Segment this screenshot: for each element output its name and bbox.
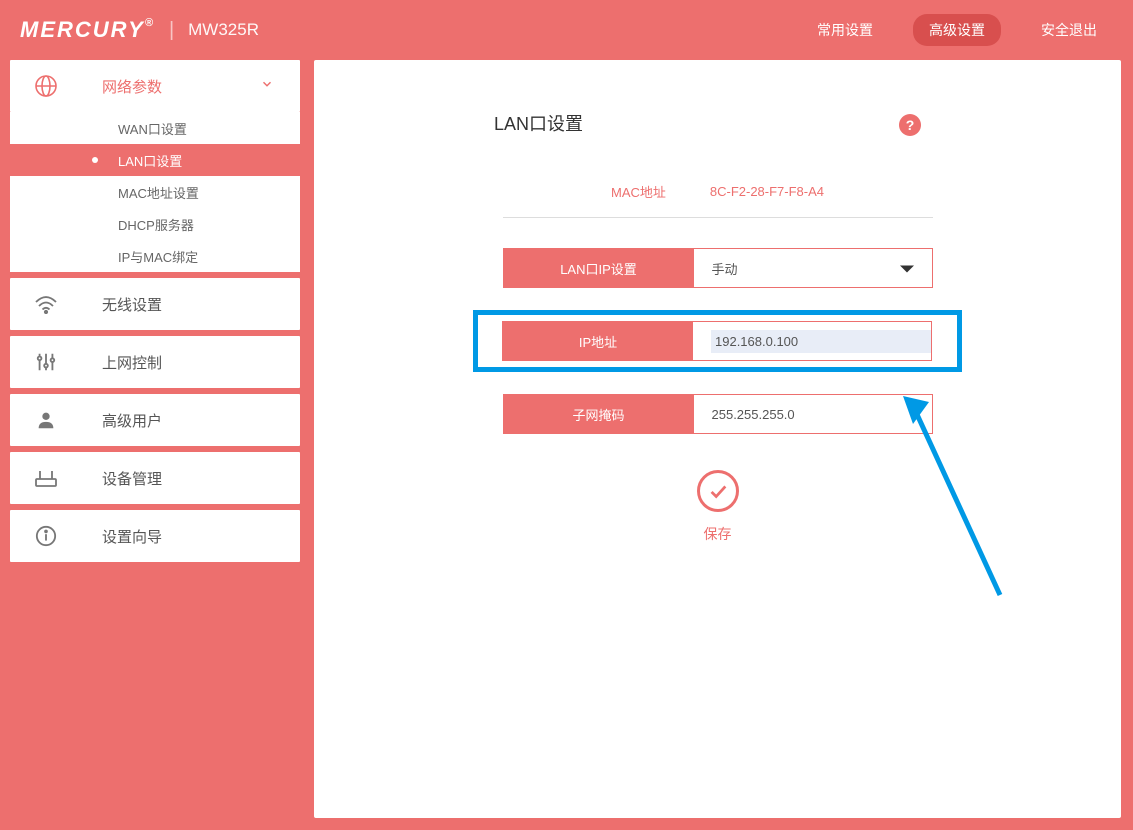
sidebar-item-label: 设置向导 <box>102 526 162 547</box>
sidebar-item-device[interactable]: 设备管理 <box>10 452 300 504</box>
brand-logo: MERCURY® <box>20 17 155 43</box>
nav-common-settings[interactable]: 常用设置 <box>801 14 889 46</box>
mac-value: 8C-F2-28-F7-F8-A4 <box>710 184 824 199</box>
subnet-input[interactable] <box>712 407 932 422</box>
ip-address-input[interactable] <box>711 330 931 353</box>
user-icon <box>32 409 60 431</box>
info-icon <box>32 525 60 547</box>
sidebar-item-label: 设备管理 <box>102 468 162 489</box>
help-icon[interactable]: ? <box>899 114 921 136</box>
subnet-row: 子网掩码 <box>503 394 933 434</box>
lan-ip-setting-row: LAN口IP设置 手动 <box>503 248 933 288</box>
mac-row: MAC地址 8C-F2-28-F7-F8-A4 <box>374 182 1061 201</box>
submenu-item-dhcp[interactable]: DHCP服务器 <box>10 208 300 240</box>
sidebar-item-label: 无线设置 <box>102 294 162 315</box>
logo-divider: | <box>169 19 174 42</box>
save-button[interactable] <box>697 470 739 512</box>
ip-address-label: IP地址 <box>503 322 693 360</box>
submenu-item-mac[interactable]: MAC地址设置 <box>10 176 300 208</box>
sidebar-item-control[interactable]: 上网控制 <box>10 336 300 388</box>
chevron-down-icon <box>260 77 274 95</box>
wifi-icon <box>32 294 60 314</box>
sidebar-item-wizard[interactable]: 设置向导 <box>10 510 300 562</box>
divider <box>503 217 933 218</box>
submenu-item-ipmac[interactable]: IP与MAC绑定 <box>10 240 300 272</box>
sidebar: 网络参数 WAN口设置 LAN口设置 MAC地址设置 DHCP服务器 IP与MA… <box>10 60 300 818</box>
nav-logout[interactable]: 安全退出 <box>1025 14 1113 46</box>
sidebar-item-label: 网络参数 <box>102 76 162 97</box>
lan-ip-setting-select[interactable]: 手动 <box>694 249 932 287</box>
globe-icon <box>32 74 60 98</box>
nav-advanced-settings[interactable]: 高级设置 <box>913 14 1001 46</box>
subnet-field-wrapper <box>694 395 932 433</box>
ip-address-field-wrapper <box>693 322 931 360</box>
chevron-down-icon <box>900 261 914 276</box>
lan-ip-setting-label: LAN口IP设置 <box>504 249 694 287</box>
header: MERCURY® | MW325R 常用设置 高级设置 安全退出 <box>0 0 1133 60</box>
sidebar-item-label: 上网控制 <box>102 352 162 373</box>
mac-label: MAC地址 <box>611 182 666 201</box>
sliders-icon <box>32 351 60 373</box>
submenu-item-lan[interactable]: LAN口设置 <box>10 144 300 176</box>
page-title: LAN口设置 <box>494 110 1061 136</box>
content-panel: LAN口设置 ? MAC地址 8C-F2-28-F7-F8-A4 LAN口IP设… <box>314 60 1121 818</box>
header-nav: 常用设置 高级设置 安全退出 <box>801 14 1113 46</box>
submenu-network: WAN口设置 LAN口设置 MAC地址设置 DHCP服务器 IP与MAC绑定 <box>10 112 300 272</box>
save-label: 保存 <box>374 524 1061 544</box>
subnet-label: 子网掩码 <box>504 395 694 433</box>
model-label: MW325R <box>188 20 259 40</box>
router-icon <box>32 467 60 489</box>
highlight-annotation: IP地址 <box>473 310 962 372</box>
sidebar-item-wireless[interactable]: 无线设置 <box>10 278 300 330</box>
sidebar-item-advuser[interactable]: 高级用户 <box>10 394 300 446</box>
save-block: 保存 <box>374 470 1061 544</box>
sidebar-item-label: 高级用户 <box>102 410 162 431</box>
sidebar-item-network[interactable]: 网络参数 <box>10 60 300 112</box>
submenu-item-wan[interactable]: WAN口设置 <box>10 112 300 144</box>
ip-address-row: IP地址 <box>502 321 932 361</box>
